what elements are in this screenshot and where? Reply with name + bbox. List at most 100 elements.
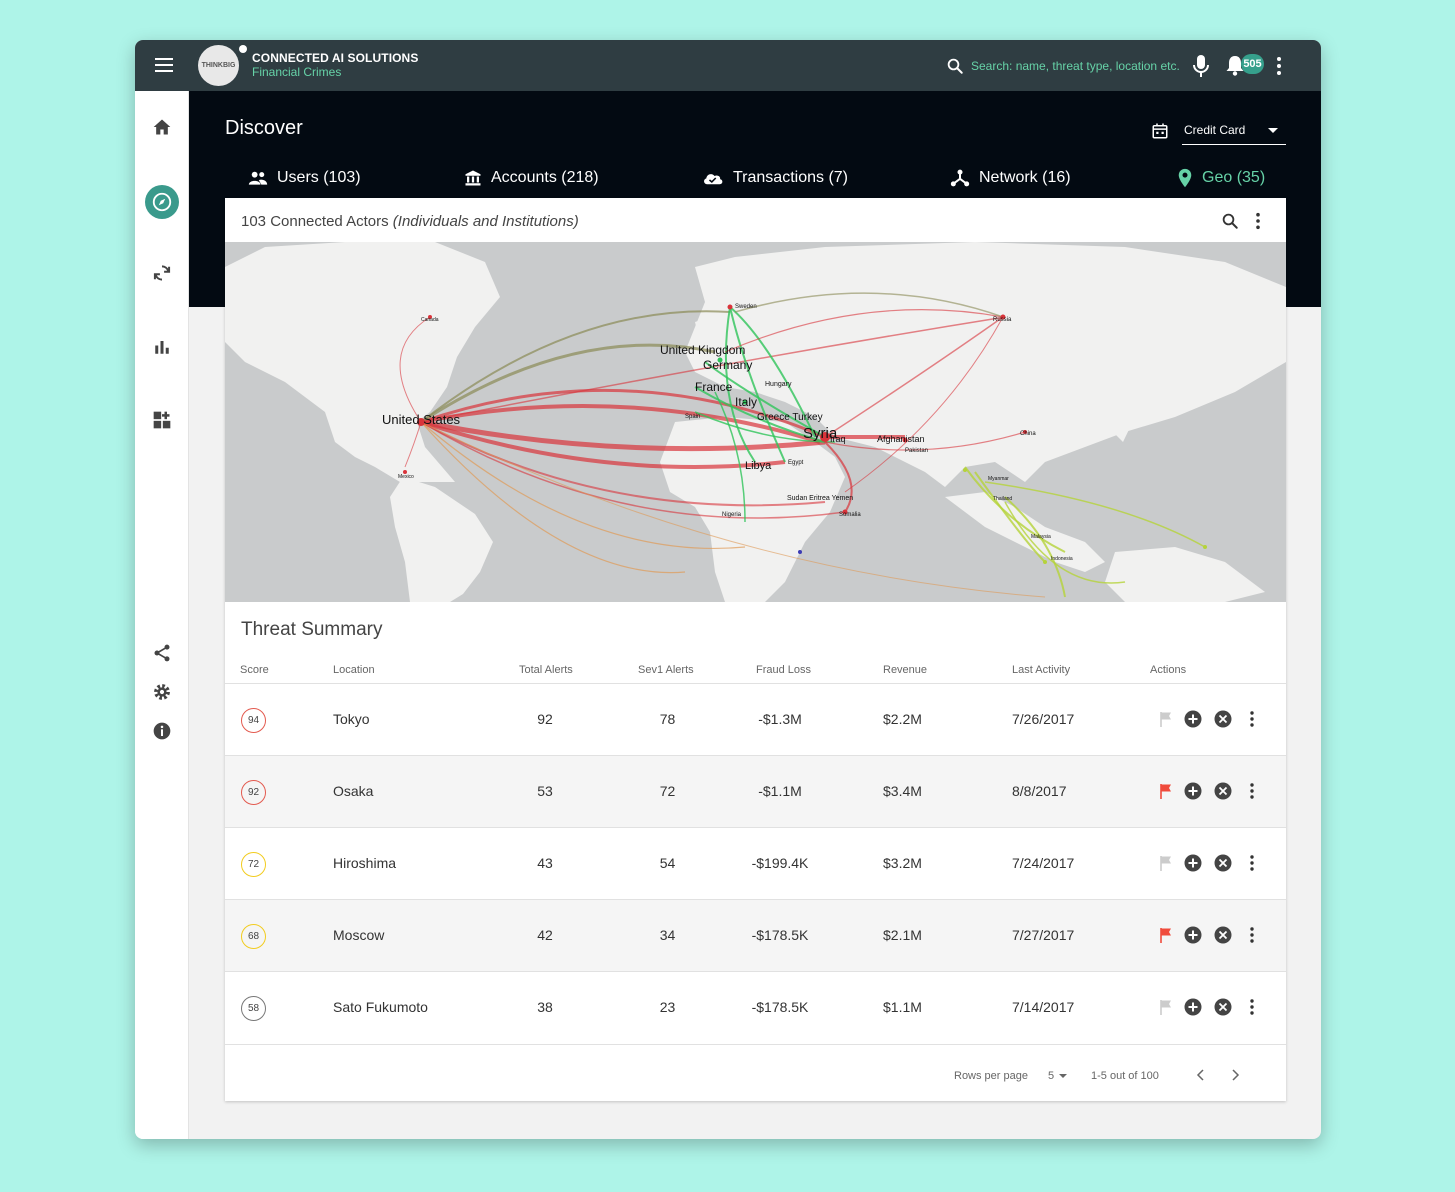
tab-accounts-label: Accounts (218): [491, 169, 599, 186]
map-label-afghanistan: Afghanistan: [877, 434, 925, 444]
tab-network-label: Network (16): [979, 169, 1071, 186]
table-row[interactable]: 58 Sato Fukumoto 38 23 -$178.5K $1.1M 7/…: [225, 971, 1286, 1043]
add-circle-icon[interactable]: [1184, 782, 1202, 800]
filter-select[interactable]: Credit Card: [1182, 118, 1286, 145]
chevron-left-icon[interactable]: [1191, 1065, 1211, 1085]
tab-transactions[interactable]: Transactions (7): [702, 166, 848, 190]
flag-icon[interactable]: [1158, 782, 1176, 800]
map-label-canada: Canada: [421, 317, 439, 323]
map-label-russia: Russia: [993, 317, 1012, 323]
column-header-sev1-alerts[interactable]: Sev1 Alerts: [638, 664, 694, 676]
flag-icon[interactable]: [1158, 710, 1176, 728]
tab-users[interactable]: Users (103): [248, 166, 361, 190]
cancel-circle-icon[interactable]: [1214, 926, 1232, 944]
cell-last-activity: 7/27/2017: [1012, 927, 1075, 943]
dashboard-add-icon[interactable]: [150, 408, 174, 432]
map-label-france: France: [695, 380, 733, 394]
map-label-egypt: Egypt: [788, 460, 804, 466]
geo-map[interactable]: United States United Kingdom Germany Fra…: [225, 242, 1286, 602]
cancel-circle-icon[interactable]: [1214, 710, 1232, 728]
tab-geo[interactable]: Geo (35): [1177, 166, 1265, 190]
cancel-circle-icon[interactable]: [1214, 854, 1232, 872]
hamburger-menu-icon[interactable]: [153, 55, 175, 77]
column-header-fraud-loss[interactable]: Fraud Loss: [756, 664, 811, 676]
tab-accounts[interactable]: Accounts (218): [464, 166, 599, 190]
table-row[interactable]: 94 Tokyo 92 78 -$1.3M $2.2M 7/26/2017: [225, 683, 1286, 755]
map-label-china: China: [1020, 431, 1036, 437]
map-label-italy: Italy: [735, 395, 757, 409]
table-row[interactable]: 72 Hiroshima 43 54 -$199.4K $3.2M 7/24/2…: [225, 827, 1286, 899]
calendar-icon[interactable]: [1151, 122, 1169, 140]
sync-icon[interactable]: [150, 261, 174, 285]
cancel-circle-icon[interactable]: [1214, 998, 1232, 1016]
cancel-circle-icon[interactable]: [1214, 782, 1232, 800]
map-label-germany: Germany: [703, 358, 752, 372]
card-title-sub: (Individuals and Institutions): [392, 213, 579, 230]
card-more-vert-icon[interactable]: [1252, 212, 1264, 230]
cell-revenue: $1.1M: [883, 999, 922, 1015]
tab-geo-label: Geo (35): [1202, 169, 1266, 186]
table-row[interactable]: 68 Moscow 42 34 -$178.5K $2.1M 7/27/2017: [225, 899, 1286, 971]
map-label-nigeria: Nigeria: [722, 512, 742, 518]
microphone-icon[interactable]: [1191, 54, 1211, 78]
map-label-sweden: Sweden: [735, 304, 757, 310]
geo-card: 103 Connected Actors (Individuals and In…: [225, 198, 1286, 1101]
cell-revenue: $3.4M: [883, 783, 922, 799]
compass-icon[interactable]: [145, 185, 179, 219]
info-icon[interactable]: [150, 719, 174, 743]
notification-badge[interactable]: 505: [1241, 54, 1264, 74]
tab-users-label: Users (103): [277, 169, 361, 186]
table-row[interactable]: 92 Osaka 53 72 -$1.1M $3.4M 8/8/2017: [225, 755, 1286, 827]
tab-network[interactable]: Network (16): [950, 166, 1071, 190]
column-header-location[interactable]: Location: [333, 664, 375, 676]
column-header-total-alerts[interactable]: Total Alerts: [519, 664, 573, 676]
row-more-vert-icon[interactable]: [1246, 854, 1258, 872]
map-label-united-kingdom: United Kingdom: [660, 343, 745, 357]
map-label-sudan-eritrea-yemen: Sudan Eritrea Yemen: [787, 495, 853, 502]
cell-last-activity: 7/14/2017: [1012, 999, 1075, 1015]
home-icon[interactable]: [150, 115, 174, 139]
column-header-actions: Actions: [1150, 664, 1187, 676]
world-map-svg[interactable]: United States United Kingdom Germany Fra…: [225, 242, 1286, 602]
cell-fraud-loss: -$178.5K: [751, 927, 809, 943]
pagination-range: 1-5 out of 100: [1091, 1070, 1159, 1082]
thinkbig-logo: THINKBIG: [198, 45, 239, 86]
flag-icon[interactable]: [1158, 854, 1176, 872]
filter-select-value: Credit Card: [1184, 123, 1246, 137]
row-more-vert-icon[interactable]: [1246, 710, 1258, 728]
column-header-score[interactable]: Score: [240, 664, 269, 676]
network-icon: [950, 169, 970, 187]
more-vert-icon[interactable]: [1273, 56, 1285, 76]
flag-icon[interactable]: [1158, 998, 1176, 1016]
row-more-vert-icon[interactable]: [1246, 782, 1258, 800]
top-bar: THINKBIG CONNECTED AI SOLUTIONS Financia…: [135, 40, 1321, 91]
brand-title: CONNECTED AI SOLUTIONS: [252, 51, 419, 65]
chevron-right-icon[interactable]: [1225, 1065, 1245, 1085]
map-label-thailand: Thailand: [993, 496, 1012, 502]
cell-revenue: $2.2M: [883, 711, 922, 727]
row-more-vert-icon[interactable]: [1246, 926, 1258, 944]
add-circle-icon[interactable]: [1184, 854, 1202, 872]
cell-fraud-loss: -$1.1M: [758, 783, 802, 799]
search-input[interactable]: [971, 57, 1181, 75]
add-circle-icon[interactable]: [1184, 998, 1202, 1016]
flag-icon[interactable]: [1158, 926, 1176, 944]
row-more-vert-icon[interactable]: [1246, 998, 1258, 1016]
users-icon: [248, 171, 268, 185]
card-header: 103 Connected Actors (Individuals and In…: [225, 198, 1286, 242]
add-circle-icon[interactable]: [1184, 710, 1202, 728]
gear-icon[interactable]: [150, 680, 174, 704]
column-header-last-activity[interactable]: Last Activity: [1012, 664, 1070, 676]
tab-transactions-label: Transactions (7): [733, 169, 848, 186]
rows-per-page-dropdown-icon: [1059, 1074, 1068, 1079]
search-icon[interactable]: [946, 57, 964, 75]
add-circle-icon[interactable]: [1184, 926, 1202, 944]
brand: CONNECTED AI SOLUTIONS Financial Crimes: [252, 51, 418, 79]
column-header-revenue[interactable]: Revenue: [883, 664, 927, 676]
rows-per-page-select[interactable]: 5: [1048, 1070, 1068, 1082]
card-search-icon[interactable]: [1221, 212, 1239, 230]
bar-chart-icon[interactable]: [150, 335, 174, 359]
map-label-malaysia: Malaysia: [1031, 534, 1051, 540]
rows-per-page-value: 5: [1048, 1070, 1055, 1082]
share-icon[interactable]: [150, 641, 174, 665]
